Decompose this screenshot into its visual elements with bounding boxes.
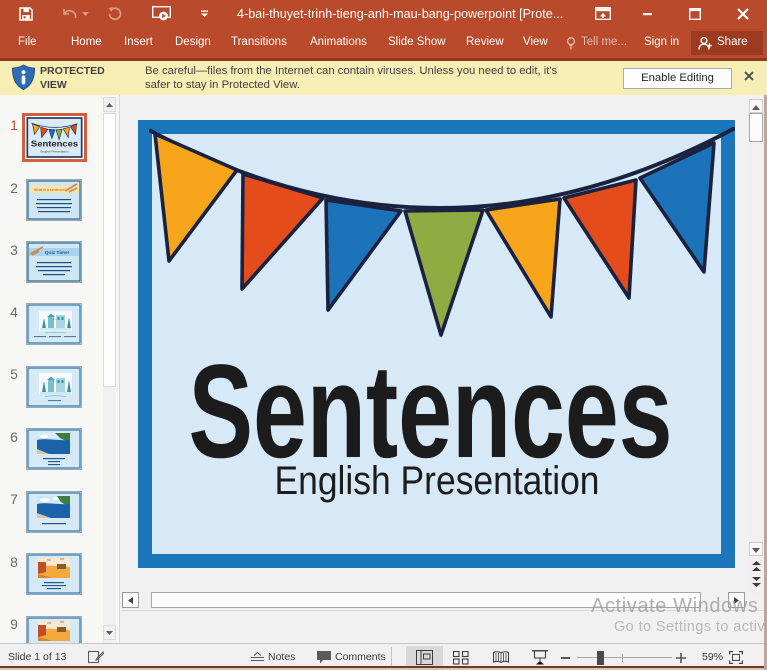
svg-text:What is a sentence?: What is a sentence? — [34, 188, 67, 192]
svg-text:English Presentation: English Presentation — [40, 149, 68, 153]
svg-text:English Presentation: English Presentation — [275, 459, 600, 503]
svg-text:Sentences: Sentences — [31, 139, 79, 149]
svg-text:Quiz Time!: Quiz Time! — [45, 250, 70, 256]
